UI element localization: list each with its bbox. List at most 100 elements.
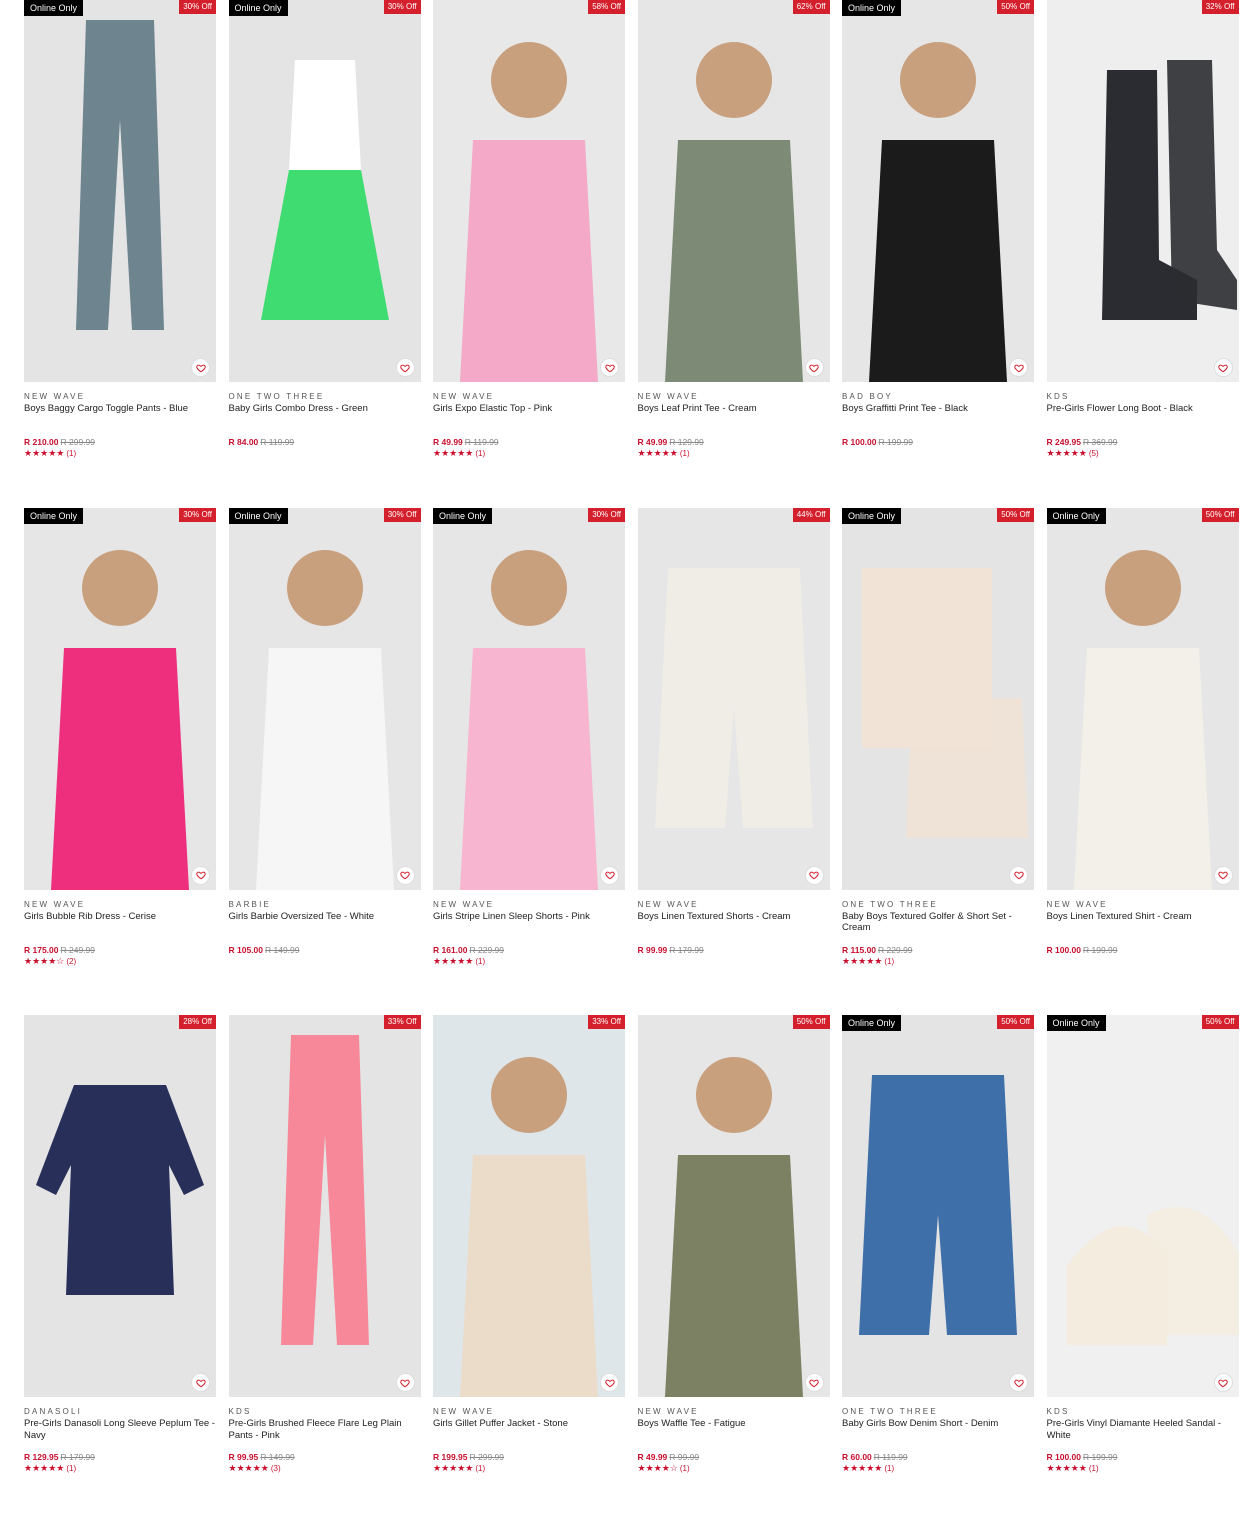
review-count: (1)	[475, 1464, 486, 1473]
product-image[interactable]: 33% Off	[433, 1015, 625, 1397]
wishlist-button[interactable]	[804, 1373, 824, 1392]
wishlist-button[interactable]	[191, 1373, 210, 1392]
original-price: R 249.99	[60, 944, 96, 955]
heart-icon	[604, 1379, 615, 1387]
product-name[interactable]: Girls Bubble Rib Dress - Cerise	[24, 911, 216, 945]
product-name[interactable]: Girls Gillet Puffer Jacket - Stone	[433, 1418, 625, 1452]
product-name[interactable]: Boys Linen Textured Shorts - Cream	[638, 911, 830, 945]
product-image[interactable]: 58% Off	[433, 0, 625, 382]
product-card[interactable]: Online Only 30% Off BARBIE Girls Barbie Ove…	[228, 507, 421, 956]
product-card[interactable]: 44% Off NEW WAVE Boys Linen Textured Short…	[637, 507, 830, 956]
product-image[interactable]: Online Only 50% Off	[1046, 1015, 1239, 1397]
original-price: R 119.99	[260, 437, 295, 447]
product-name[interactable]: Pre-Girls Danasoli Long Sleeve Peplum Te…	[24, 1418, 216, 1452]
star-rating: ★★★★★ (1)	[433, 1463, 625, 1474]
product-image[interactable]: Online Only 50% Off	[1046, 507, 1239, 890]
product-image[interactable]: 32% Off	[1046, 0, 1239, 382]
product-photo	[654, 567, 813, 828]
product-image[interactable]: 33% Off	[228, 1015, 421, 1397]
heart-icon	[195, 1379, 206, 1387]
product-image[interactable]: Online Only 50% Off	[842, 1015, 1034, 1397]
product-card[interactable]: Online Only 50% Off KDS Pre-Girls Vinyl Dia…	[1046, 1015, 1239, 1474]
original-price: R 229.99	[878, 944, 913, 955]
product-photo	[36, 1085, 204, 1295]
wishlist-button[interactable]	[600, 1373, 619, 1392]
product-card[interactable]: 62% Off NEW WAVE Boys Leaf Print Tee - Cre…	[637, 0, 830, 459]
product-card[interactable]: Online Only 50% Off ONE TWO THREE Baby Boys…	[842, 507, 1034, 967]
wishlist-button[interactable]	[600, 865, 619, 885]
product-image[interactable]: Online Only 30% Off	[228, 507, 421, 890]
product-card[interactable]: 33% Off KDS Pre-Girls Brushed Fleece Flare…	[228, 1015, 421, 1474]
product-photo	[1101, 60, 1237, 320]
wishlist-button[interactable]	[191, 358, 210, 377]
heart-icon	[1218, 871, 1228, 880]
online-only-badge: Online Only	[842, 0, 902, 16]
product-name[interactable]: Girls Stripe Linen Sleep Shorts - Pink	[433, 911, 625, 945]
product-photo	[260, 60, 389, 320]
heart-icon	[1013, 871, 1024, 880]
product-name[interactable]: Girls Expo Elastic Top - Pink	[433, 403, 625, 437]
review-count: (1)	[679, 1464, 690, 1473]
product-name[interactable]: Boys Baggy Cargo Toggle Pants - Blue	[24, 403, 216, 437]
online-only-badge: Online Only	[228, 0, 288, 16]
original-price: R 99.99	[669, 1452, 700, 1462]
wishlist-button[interactable]	[395, 358, 415, 377]
product-name[interactable]: Baby Girls Bow Denim Short - Denim	[842, 1418, 1034, 1452]
wishlist-button[interactable]	[1009, 358, 1028, 377]
wishlist-button[interactable]	[395, 865, 415, 885]
product-name[interactable]: Baby Boys Textured Golfer & Short Set - …	[842, 911, 1034, 945]
product-price: R 210.00 R 299.99	[24, 437, 216, 448]
product-card[interactable]: Online Only 30% Off NEW WAVE Girls Stripe L…	[433, 507, 625, 967]
wishlist-button[interactable]	[600, 358, 619, 377]
product-name[interactable]: Girls Barbie Oversized Tee - White	[229, 911, 421, 945]
product-card[interactable]: Online Only 50% Off BAD BOY Boys Graffitti …	[842, 0, 1034, 448]
product-card[interactable]: Online Only 30% Off ONE TWO THREE Baby Girl…	[228, 0, 421, 448]
sale-price: R 161.00	[433, 944, 468, 955]
product-card[interactable]: Online Only 30% Off NEW WAVE Boys Baggy Car…	[24, 0, 216, 459]
wishlist-button[interactable]	[1213, 1373, 1233, 1392]
wishlist-button[interactable]	[1213, 865, 1233, 885]
sale-price: R 105.00	[228, 944, 264, 955]
product-card[interactable]: Online Only 50% Off ONE TWO THREE Baby Girl…	[842, 1015, 1034, 1474]
product-image[interactable]: Online Only 30% Off	[24, 507, 216, 890]
wishlist-button[interactable]	[395, 1373, 415, 1392]
product-name[interactable]: Pre-Girls Vinyl Diamante Heeled Sandal -…	[1047, 1418, 1239, 1452]
review-count: (3)	[270, 1464, 281, 1473]
product-image[interactable]: Online Only 30% Off	[433, 507, 625, 890]
heart-icon	[400, 1379, 410, 1387]
product-card[interactable]: 28% Off DANASOLI Pre-Girls Danasoli Long S…	[24, 1015, 216, 1474]
product-card[interactable]: Online Only 50% Off NEW WAVE Boys Linen Tex…	[1046, 507, 1239, 956]
sale-price: R 249.95	[1046, 437, 1082, 447]
wishlist-button[interactable]	[804, 865, 824, 885]
online-only-badge: Online Only	[433, 507, 493, 524]
product-name[interactable]: Boys Leaf Print Tee - Cream	[638, 403, 830, 437]
product-card[interactable]: 50% Off NEW WAVE Boys Waffle Tee - Fatigue…	[637, 1015, 830, 1474]
wishlist-button[interactable]	[1213, 358, 1233, 377]
product-card[interactable]: 32% Off KDS Pre-Girls Flower Long Boot - B…	[1046, 0, 1239, 459]
star-rating: ★★★★★ (1)	[638, 448, 830, 459]
product-name[interactable]: Pre-Girls Flower Long Boot - Black	[1047, 403, 1239, 437]
wishlist-button[interactable]	[1009, 865, 1028, 885]
product-image[interactable]: Online Only 50% Off	[842, 507, 1034, 890]
wishlist-button[interactable]	[804, 358, 824, 377]
product-name[interactable]: Boys Waffle Tee - Fatigue	[638, 1418, 830, 1452]
product-card[interactable]: Online Only 30% Off NEW WAVE Girls Bubble R…	[24, 507, 216, 967]
wishlist-button[interactable]	[191, 865, 210, 885]
product-name[interactable]: Pre-Girls Brushed Fleece Flare Leg Plain…	[229, 1418, 421, 1452]
wishlist-button[interactable]	[1009, 1373, 1028, 1392]
product-name[interactable]: Boys Linen Textured Shirt - Cream	[1047, 911, 1239, 945]
product-image[interactable]: Online Only 30% Off	[228, 0, 421, 382]
product-image[interactable]: 50% Off	[637, 1015, 830, 1397]
product-card[interactable]: 33% Off NEW WAVE Girls Gillet Puffer Jacke…	[433, 1015, 625, 1474]
heart-icon	[809, 364, 819, 372]
product-name[interactable]: Boys Graffitti Print Tee - Black	[842, 403, 1034, 437]
product-name[interactable]: Baby Girls Combo Dress - Green	[229, 403, 421, 437]
product-card[interactable]: 58% Off NEW WAVE Girls Expo Elastic Top - …	[433, 0, 625, 459]
product-image[interactable]: 62% Off	[637, 0, 830, 382]
product-image[interactable]: 28% Off	[24, 1015, 216, 1397]
discount-badge: 58% Off	[588, 0, 625, 14]
product-photo	[460, 1057, 598, 1397]
product-image[interactable]: Online Only 50% Off	[842, 0, 1034, 382]
product-image[interactable]: 44% Off	[637, 507, 830, 890]
product-image[interactable]: Online Only 30% Off	[24, 0, 216, 382]
